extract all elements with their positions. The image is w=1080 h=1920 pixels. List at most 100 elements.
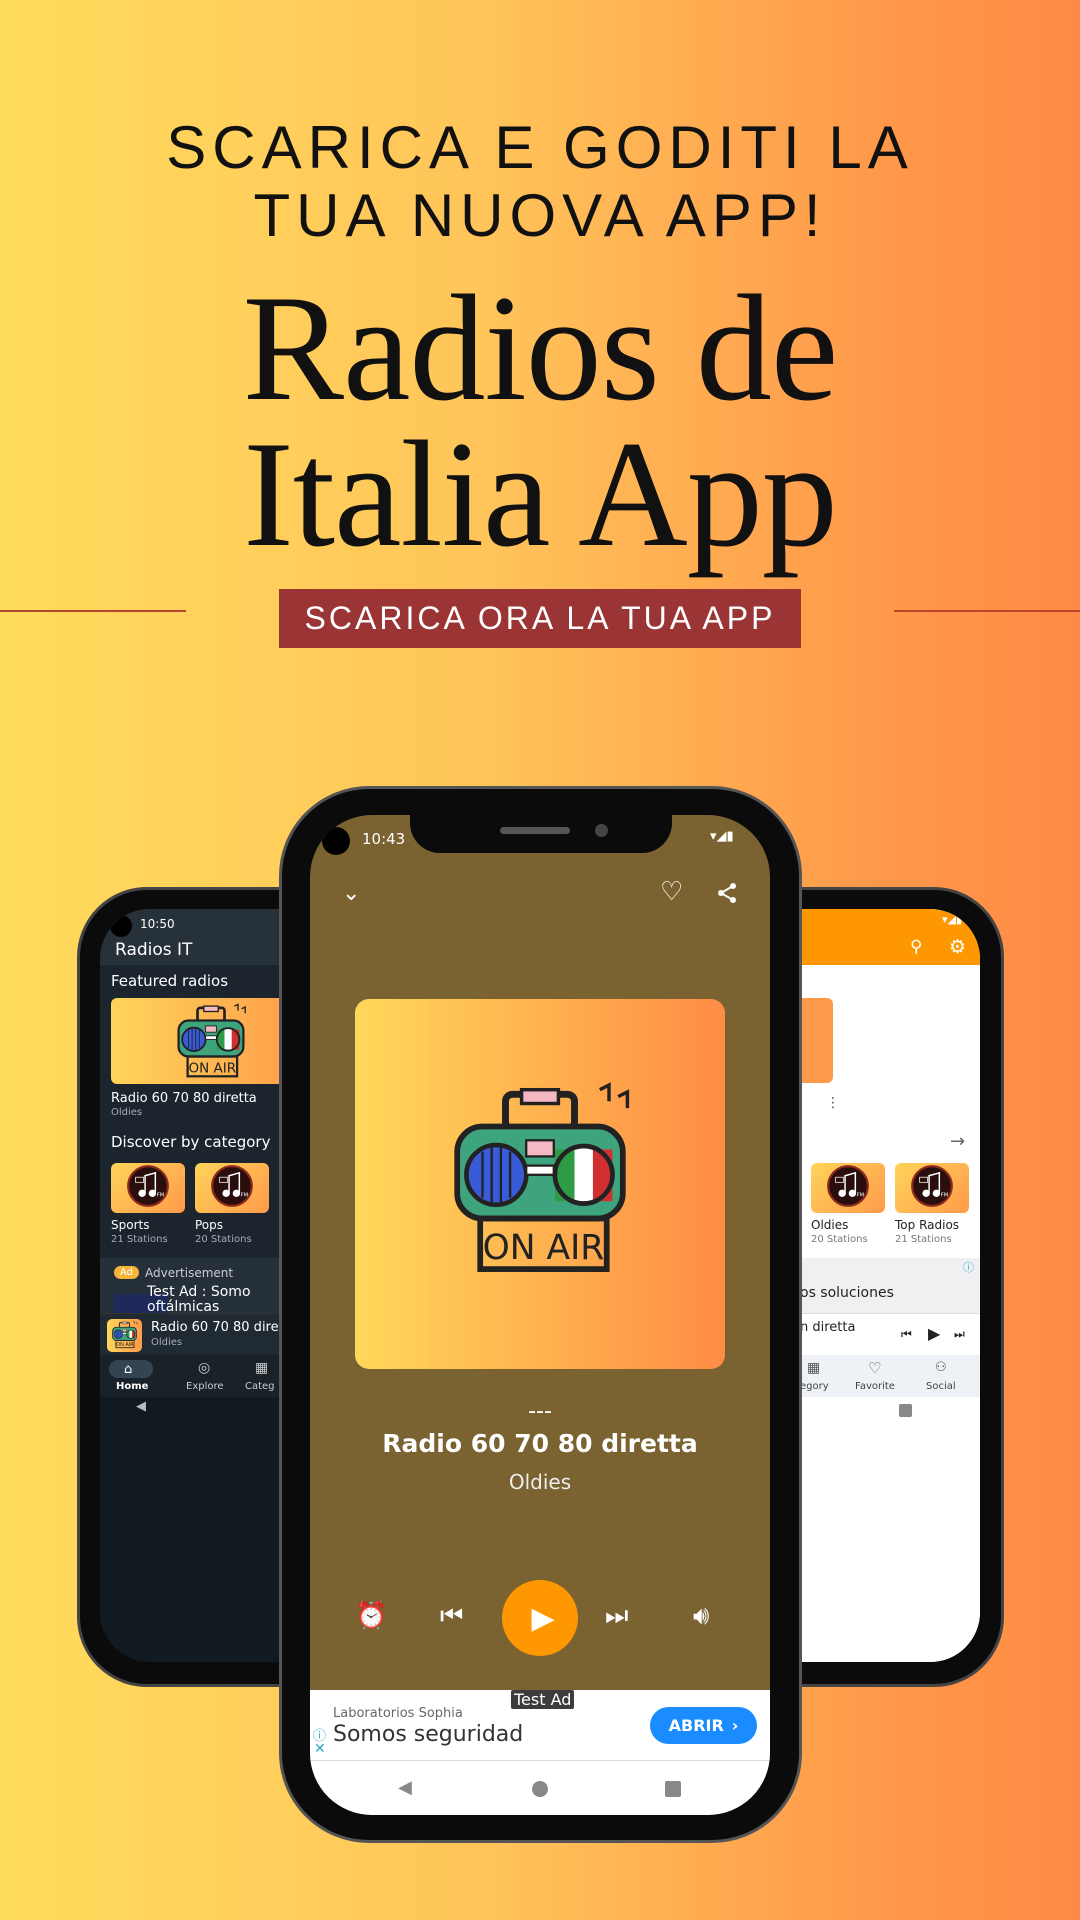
am-fm-icon: FM: [911, 1165, 953, 1207]
center-phone-screen: 10:43 ▾◢▮ ⌄ ♡ ON AIR --- Radio 60 70 80 …: [310, 815, 770, 1815]
nav-category[interactable]: egory: [800, 1381, 829, 1392]
test-ad-label: Test Ad: [511, 1690, 575, 1709]
status-time: 10:50: [140, 917, 175, 931]
featured-title: Featured radios: [111, 972, 229, 990]
am-fm-icon: FM: [827, 1165, 869, 1207]
category-tile-sports[interactable]: FM: [111, 1163, 185, 1213]
discover-title: Discover by category: [111, 1133, 271, 1151]
mini-player-name: Radio 60 70 80 diret: [151, 1320, 284, 1335]
back-icon[interactable]: ◀: [136, 1399, 146, 1414]
category-count: 21 Stations: [895, 1234, 952, 1245]
compass-icon[interactable]: ◎: [198, 1360, 210, 1376]
mini-player-name: n diretta: [800, 1320, 856, 1335]
people-icon[interactable]: ⚇: [935, 1360, 947, 1375]
boombox-illustration: ON AIR: [454, 1082, 630, 1272]
category-count: 20 Stations: [195, 1234, 252, 1245]
category-name: Top Radios: [895, 1218, 960, 1232]
boombox-illustration: ON AIR: [112, 1320, 138, 1348]
nav-social[interactable]: Social: [926, 1381, 956, 1392]
nav-favorite[interactable]: Favorite: [855, 1381, 895, 1392]
svg-text:FM: FM: [241, 1192, 248, 1198]
category-name: Oldies: [811, 1218, 849, 1232]
ad-open-button[interactable]: ABRIR ›: [650, 1707, 757, 1744]
category-name: Pops: [195, 1218, 224, 1232]
station-category: Oldies: [508, 1470, 572, 1494]
ad-headline: Somos seguridad: [333, 1722, 524, 1747]
mini-player-art: ON AIR: [107, 1319, 142, 1352]
now-playing-dashes: ---: [528, 1399, 552, 1424]
status-icons: ▾◢▮: [710, 829, 734, 844]
featured-radio-name: Radio 60 70 80 diretta: [111, 1091, 257, 1106]
svg-text:ON AIR: ON AIR: [189, 1060, 237, 1076]
status-time: 10:43: [362, 830, 406, 848]
grid-icon[interactable]: ▦: [807, 1360, 820, 1376]
category-name: Sports: [111, 1218, 150, 1232]
camera-hole: [110, 915, 132, 937]
station-name: Radio 60 70 80 diretta: [382, 1429, 698, 1458]
category-count: 21 Stations: [111, 1234, 168, 1245]
search-icon[interactable]: ⚲: [910, 937, 922, 957]
status-icons: ▾◢▮: [942, 913, 963, 926]
svg-text:ON AIR: ON AIR: [116, 1342, 134, 1348]
boombox-illustration: ON AIR: [177, 1003, 246, 1078]
chevron-right-icon: ›: [731, 1716, 739, 1735]
play-icon: ▶: [531, 1600, 555, 1636]
ad-open-label: ABRIR: [668, 1716, 724, 1735]
back-icon[interactable]: ◀: [398, 1777, 412, 1798]
am-fm-icon: FM: [127, 1165, 169, 1207]
notch: [410, 815, 672, 853]
recents-icon[interactable]: [665, 1781, 681, 1797]
heart-icon[interactable]: ♡: [868, 1359, 881, 1377]
home-icon[interactable]: ⌂: [124, 1362, 132, 1377]
play-button[interactable]: ▶: [502, 1580, 578, 1656]
svg-text:FM: FM: [941, 1192, 948, 1198]
recents-icon[interactable]: [899, 1404, 912, 1417]
previous-icon[interactable]: ⏮: [901, 1327, 912, 1342]
previous-icon[interactable]: ⏮: [440, 1601, 463, 1632]
close-icon[interactable]: ✕: [314, 1741, 326, 1757]
category-tile-top-radios[interactable]: FM: [895, 1163, 969, 1213]
ad-badge: Ad: [114, 1266, 140, 1279]
mini-player-category: Oldies: [151, 1337, 183, 1348]
arrow-right-icon[interactable]: →: [950, 1131, 965, 1152]
nav-explore[interactable]: Explore: [186, 1381, 224, 1392]
alarm-icon[interactable]: ⏰: [355, 1601, 387, 1631]
heart-icon[interactable]: ♡: [660, 879, 683, 905]
divider-right: [894, 610, 1080, 612]
download-banner[interactable]: SCARICA ORA LA TUA APP: [279, 589, 801, 648]
featured-radio-category: Oldies: [111, 1107, 143, 1118]
nav-home[interactable]: Home: [116, 1381, 148, 1392]
ad-label: Advertisement: [145, 1266, 234, 1280]
home-icon[interactable]: [532, 1781, 548, 1797]
more-icon[interactable]: ⋮: [826, 1095, 840, 1111]
app-title: Radios IT: [115, 940, 193, 960]
play-icon[interactable]: ▶: [928, 1324, 940, 1343]
svg-text:FM: FM: [857, 1192, 864, 1198]
ad-advertiser: Laboratorios Sophia: [333, 1706, 463, 1721]
next-icon[interactable]: ⏭: [954, 1327, 965, 1342]
app-title-line-1: Radios de: [242, 264, 839, 432]
speaker: [500, 827, 570, 834]
grid-icon[interactable]: ▦: [255, 1360, 268, 1376]
app-title-line-2: Italia App: [243, 410, 838, 578]
svg-text:ON AIR: ON AIR: [483, 1228, 605, 1268]
headline-line-2: TUA NUOVA APP!: [253, 182, 827, 249]
gear-icon[interactable]: ⚙: [949, 936, 966, 958]
headline-line-1: SCARICA E GODITI LA: [166, 114, 914, 181]
category-tile-pops[interactable]: FM: [195, 1163, 269, 1213]
category-tile-oldies[interactable]: FM: [811, 1163, 885, 1213]
ad-text: os soluciones: [800, 1285, 894, 1301]
camera-hole: [322, 827, 350, 855]
divider-left: [0, 610, 186, 612]
share-icon[interactable]: [715, 881, 739, 909]
ad-text: Test Ad : Somo: [147, 1284, 251, 1300]
category-count: 20 Stations: [811, 1234, 868, 1245]
volume-icon[interactable]: 🔊︎: [693, 1601, 709, 1632]
next-icon[interactable]: ⏭: [605, 1601, 628, 1632]
front-camera: [595, 824, 608, 837]
am-fm-icon: FM: [211, 1165, 253, 1207]
nav-category[interactable]: Categ: [245, 1381, 275, 1392]
chevron-down-icon[interactable]: ⌄: [342, 881, 360, 906]
svg-text:FM: FM: [157, 1192, 164, 1198]
info-icon[interactable]: ⓘ: [963, 1259, 974, 1275]
